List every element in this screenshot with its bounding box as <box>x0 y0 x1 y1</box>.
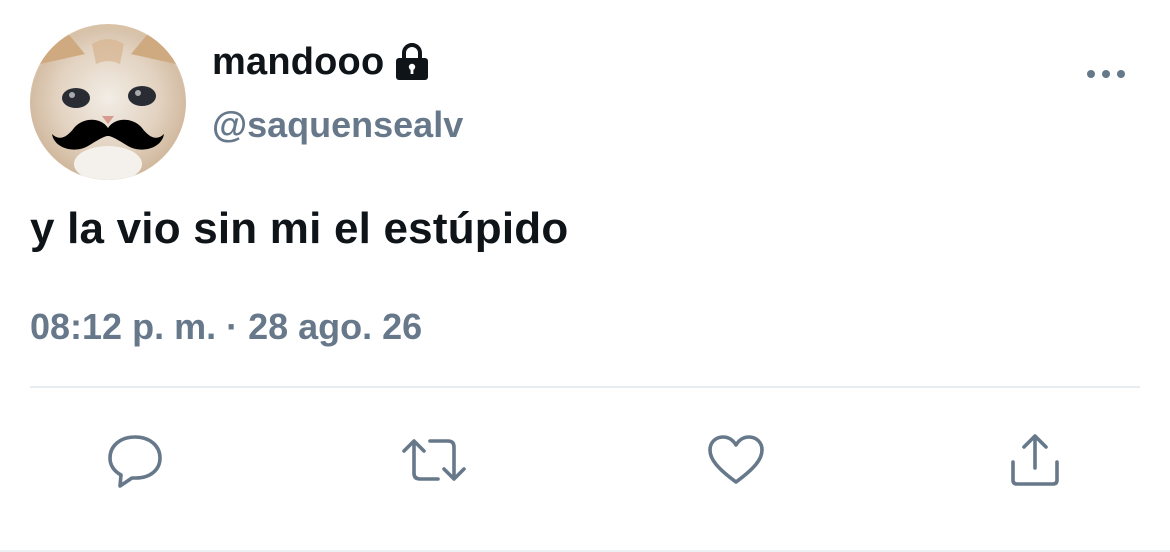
more-icon <box>1087 70 1125 78</box>
tweet-date: 28 ago. 26 <box>248 306 423 347</box>
divider <box>30 386 1140 388</box>
share-button[interactable] <box>1003 428 1067 492</box>
tweet-card: mandooo @saquensealv y la vio sin mi el … <box>0 0 1170 552</box>
tweet-text: y la vio sin mi el estúpido <box>30 204 569 253</box>
display-name-row: mandooo <box>212 38 430 86</box>
retweet-button[interactable] <box>402 428 466 492</box>
tweet-actions-bar <box>0 428 1170 492</box>
display-name[interactable]: mandooo <box>212 41 384 84</box>
retweet-icon <box>402 439 466 481</box>
like-button[interactable] <box>704 428 768 492</box>
more-options-button[interactable] <box>1082 56 1130 92</box>
heart-icon <box>708 435 764 484</box>
share-icon <box>1011 434 1059 486</box>
reply-icon <box>108 435 162 488</box>
cat-with-mustache-avatar-image <box>30 24 186 180</box>
avatar[interactable] <box>30 24 186 180</box>
tweet-time: 08:12 p. m. <box>30 306 217 347</box>
user-handle[interactable]: @saquensealv <box>212 104 463 146</box>
reply-button[interactable] <box>103 428 167 492</box>
timestamp-separator: · <box>226 306 239 347</box>
lock-icon <box>394 42 430 82</box>
tweet-timestamp[interactable]: 08:12 p. m. · 28 ago. 26 <box>30 306 422 348</box>
